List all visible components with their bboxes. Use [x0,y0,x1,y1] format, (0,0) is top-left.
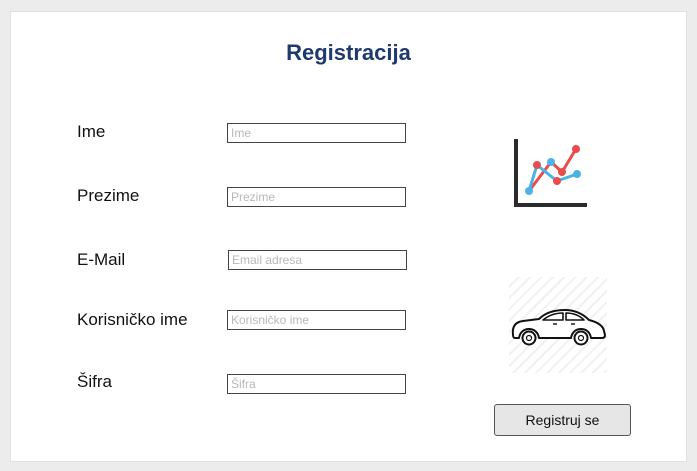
registration-card: Registracija Ime Prezime E-Mail Korisnič… [10,11,687,462]
username-input[interactable] [227,310,406,330]
label-email: E-Mail [77,250,126,269]
register-button[interactable]: Registruj se [494,404,631,436]
email-input[interactable] [228,250,407,270]
password-input[interactable] [227,374,406,394]
prezime-input[interactable] [227,187,406,207]
car-icon [511,309,606,346]
page-title: Registracija [286,40,411,65]
line-chart-icon [514,139,587,207]
label-sifra: Šifra [77,372,112,391]
car-image [509,277,607,373]
label-prezime: Prezime [77,186,140,205]
label-ime: Ime [77,122,106,141]
label-korisnicko-ime: Korisničko ime [77,310,188,329]
ime-input[interactable] [227,123,406,143]
